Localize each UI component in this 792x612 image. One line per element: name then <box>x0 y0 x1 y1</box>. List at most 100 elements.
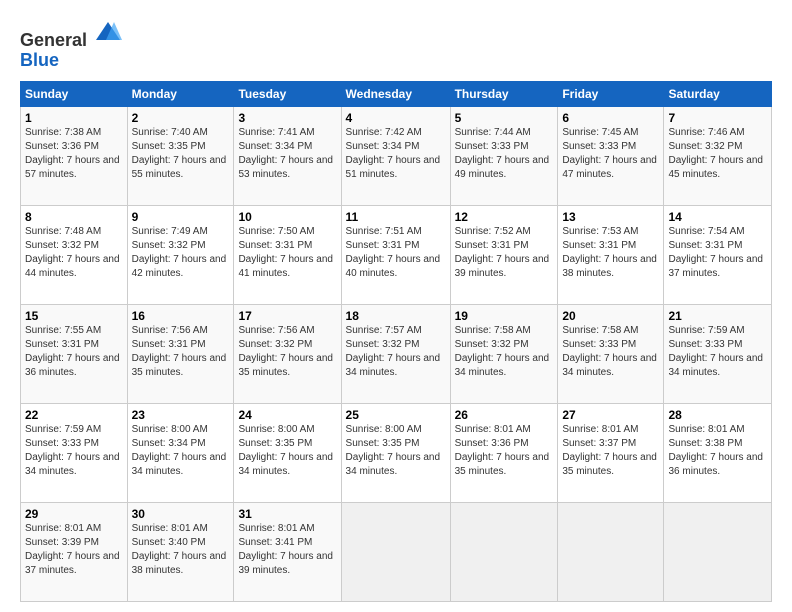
day-number: 18 <box>346 309 446 323</box>
calendar-cell: 28 Sunrise: 8:01 AM Sunset: 3:38 PM Dayl… <box>664 403 772 502</box>
day-number: 12 <box>455 210 554 224</box>
logo-icon <box>94 18 122 46</box>
calendar-cell: 23 Sunrise: 8:00 AM Sunset: 3:34 PM Dayl… <box>127 403 234 502</box>
day-info: Sunrise: 7:48 AM Sunset: 3:32 PM Dayligh… <box>25 225 123 281</box>
day-info: Sunrise: 7:45 AM Sunset: 3:33 PM Dayligh… <box>562 126 659 182</box>
day-info: Sunrise: 7:49 AM Sunset: 3:32 PM Dayligh… <box>132 225 230 281</box>
day-info: Sunrise: 7:57 AM Sunset: 3:32 PM Dayligh… <box>346 324 446 380</box>
day-info: Sunrise: 7:41 AM Sunset: 3:34 PM Dayligh… <box>238 126 336 182</box>
day-number: 21 <box>668 309 767 323</box>
day-info: Sunrise: 8:01 AM Sunset: 3:39 PM Dayligh… <box>25 522 123 578</box>
day-info: Sunrise: 8:01 AM Sunset: 3:36 PM Dayligh… <box>455 423 554 479</box>
calendar-cell: 7 Sunrise: 7:46 AM Sunset: 3:32 PM Dayli… <box>664 106 772 205</box>
day-number: 31 <box>238 507 336 521</box>
day-info: Sunrise: 8:01 AM Sunset: 3:37 PM Dayligh… <box>562 423 659 479</box>
calendar-cell: 18 Sunrise: 7:57 AM Sunset: 3:32 PM Dayl… <box>341 304 450 403</box>
day-info: Sunrise: 7:40 AM Sunset: 3:35 PM Dayligh… <box>132 126 230 182</box>
day-number: 22 <box>25 408 123 422</box>
day-number: 8 <box>25 210 123 224</box>
calendar-cell: 3 Sunrise: 7:41 AM Sunset: 3:34 PM Dayli… <box>234 106 341 205</box>
calendar-cell <box>558 502 664 601</box>
logo: General Blue <box>20 18 122 71</box>
day-number: 23 <box>132 408 230 422</box>
day-header-thursday: Thursday <box>450 81 558 106</box>
day-info: Sunrise: 7:38 AM Sunset: 3:36 PM Dayligh… <box>25 126 123 182</box>
logo-blue-text: Blue <box>20 50 59 70</box>
calendar-cell: 26 Sunrise: 8:01 AM Sunset: 3:36 PM Dayl… <box>450 403 558 502</box>
day-info: Sunrise: 7:53 AM Sunset: 3:31 PM Dayligh… <box>562 225 659 281</box>
calendar-cell: 20 Sunrise: 7:58 AM Sunset: 3:33 PM Dayl… <box>558 304 664 403</box>
day-number: 10 <box>238 210 336 224</box>
day-info: Sunrise: 8:01 AM Sunset: 3:38 PM Dayligh… <box>668 423 767 479</box>
day-info: Sunrise: 8:00 AM Sunset: 3:35 PM Dayligh… <box>238 423 336 479</box>
calendar-cell: 24 Sunrise: 8:00 AM Sunset: 3:35 PM Dayl… <box>234 403 341 502</box>
calendar-cell: 25 Sunrise: 8:00 AM Sunset: 3:35 PM Dayl… <box>341 403 450 502</box>
day-info: Sunrise: 7:59 AM Sunset: 3:33 PM Dayligh… <box>668 324 767 380</box>
day-info: Sunrise: 7:50 AM Sunset: 3:31 PM Dayligh… <box>238 225 336 281</box>
calendar-cell: 17 Sunrise: 7:56 AM Sunset: 3:32 PM Dayl… <box>234 304 341 403</box>
day-number: 2 <box>132 111 230 125</box>
calendar-cell: 30 Sunrise: 8:01 AM Sunset: 3:40 PM Dayl… <box>127 502 234 601</box>
day-number: 17 <box>238 309 336 323</box>
day-number: 27 <box>562 408 659 422</box>
calendar-cell: 19 Sunrise: 7:58 AM Sunset: 3:32 PM Dayl… <box>450 304 558 403</box>
day-number: 24 <box>238 408 336 422</box>
day-info: Sunrise: 7:42 AM Sunset: 3:34 PM Dayligh… <box>346 126 446 182</box>
day-number: 4 <box>346 111 446 125</box>
day-header-friday: Friday <box>558 81 664 106</box>
day-number: 14 <box>668 210 767 224</box>
day-number: 6 <box>562 111 659 125</box>
day-info: Sunrise: 7:51 AM Sunset: 3:31 PM Dayligh… <box>346 225 446 281</box>
calendar-cell <box>664 502 772 601</box>
day-number: 29 <box>25 507 123 521</box>
day-info: Sunrise: 7:55 AM Sunset: 3:31 PM Dayligh… <box>25 324 123 380</box>
day-header-monday: Monday <box>127 81 234 106</box>
calendar-cell: 1 Sunrise: 7:38 AM Sunset: 3:36 PM Dayli… <box>21 106 128 205</box>
calendar-cell: 13 Sunrise: 7:53 AM Sunset: 3:31 PM Dayl… <box>558 205 664 304</box>
calendar-cell <box>450 502 558 601</box>
day-header-sunday: Sunday <box>21 81 128 106</box>
calendar-cell <box>341 502 450 601</box>
calendar-cell: 27 Sunrise: 8:01 AM Sunset: 3:37 PM Dayl… <box>558 403 664 502</box>
calendar-cell: 12 Sunrise: 7:52 AM Sunset: 3:31 PM Dayl… <box>450 205 558 304</box>
calendar-week-5: 29 Sunrise: 8:01 AM Sunset: 3:39 PM Dayl… <box>21 502 772 601</box>
day-info: Sunrise: 7:58 AM Sunset: 3:32 PM Dayligh… <box>455 324 554 380</box>
calendar-cell: 9 Sunrise: 7:49 AM Sunset: 3:32 PM Dayli… <box>127 205 234 304</box>
day-header-tuesday: Tuesday <box>234 81 341 106</box>
calendar-cell: 6 Sunrise: 7:45 AM Sunset: 3:33 PM Dayli… <box>558 106 664 205</box>
calendar-cell: 16 Sunrise: 7:56 AM Sunset: 3:31 PM Dayl… <box>127 304 234 403</box>
day-number: 1 <box>25 111 123 125</box>
day-number: 28 <box>668 408 767 422</box>
day-number: 20 <box>562 309 659 323</box>
day-info: Sunrise: 7:54 AM Sunset: 3:31 PM Dayligh… <box>668 225 767 281</box>
calendar-cell: 29 Sunrise: 8:01 AM Sunset: 3:39 PM Dayl… <box>21 502 128 601</box>
day-number: 19 <box>455 309 554 323</box>
calendar-cell: 4 Sunrise: 7:42 AM Sunset: 3:34 PM Dayli… <box>341 106 450 205</box>
day-info: Sunrise: 8:00 AM Sunset: 3:34 PM Dayligh… <box>132 423 230 479</box>
day-number: 9 <box>132 210 230 224</box>
calendar-table: SundayMondayTuesdayWednesdayThursdayFrid… <box>20 81 772 602</box>
day-info: Sunrise: 7:56 AM Sunset: 3:32 PM Dayligh… <box>238 324 336 380</box>
calendar-cell: 10 Sunrise: 7:50 AM Sunset: 3:31 PM Dayl… <box>234 205 341 304</box>
day-number: 26 <box>455 408 554 422</box>
day-info: Sunrise: 8:01 AM Sunset: 3:41 PM Dayligh… <box>238 522 336 578</box>
day-info: Sunrise: 7:56 AM Sunset: 3:31 PM Dayligh… <box>132 324 230 380</box>
day-number: 30 <box>132 507 230 521</box>
day-info: Sunrise: 7:58 AM Sunset: 3:33 PM Dayligh… <box>562 324 659 380</box>
calendar-week-2: 8 Sunrise: 7:48 AM Sunset: 3:32 PM Dayli… <box>21 205 772 304</box>
calendar-cell: 21 Sunrise: 7:59 AM Sunset: 3:33 PM Dayl… <box>664 304 772 403</box>
day-info: Sunrise: 7:52 AM Sunset: 3:31 PM Dayligh… <box>455 225 554 281</box>
day-number: 13 <box>562 210 659 224</box>
calendar-week-4: 22 Sunrise: 7:59 AM Sunset: 3:33 PM Dayl… <box>21 403 772 502</box>
day-number: 15 <box>25 309 123 323</box>
calendar-week-1: 1 Sunrise: 7:38 AM Sunset: 3:36 PM Dayli… <box>21 106 772 205</box>
calendar-week-3: 15 Sunrise: 7:55 AM Sunset: 3:31 PM Dayl… <box>21 304 772 403</box>
day-info: Sunrise: 7:44 AM Sunset: 3:33 PM Dayligh… <box>455 126 554 182</box>
day-header-wednesday: Wednesday <box>341 81 450 106</box>
day-number: 3 <box>238 111 336 125</box>
calendar-cell: 15 Sunrise: 7:55 AM Sunset: 3:31 PM Dayl… <box>21 304 128 403</box>
calendar-cell: 22 Sunrise: 7:59 AM Sunset: 3:33 PM Dayl… <box>21 403 128 502</box>
day-info: Sunrise: 8:00 AM Sunset: 3:35 PM Dayligh… <box>346 423 446 479</box>
logo-general-text: General <box>20 30 87 50</box>
calendar-cell: 2 Sunrise: 7:40 AM Sunset: 3:35 PM Dayli… <box>127 106 234 205</box>
